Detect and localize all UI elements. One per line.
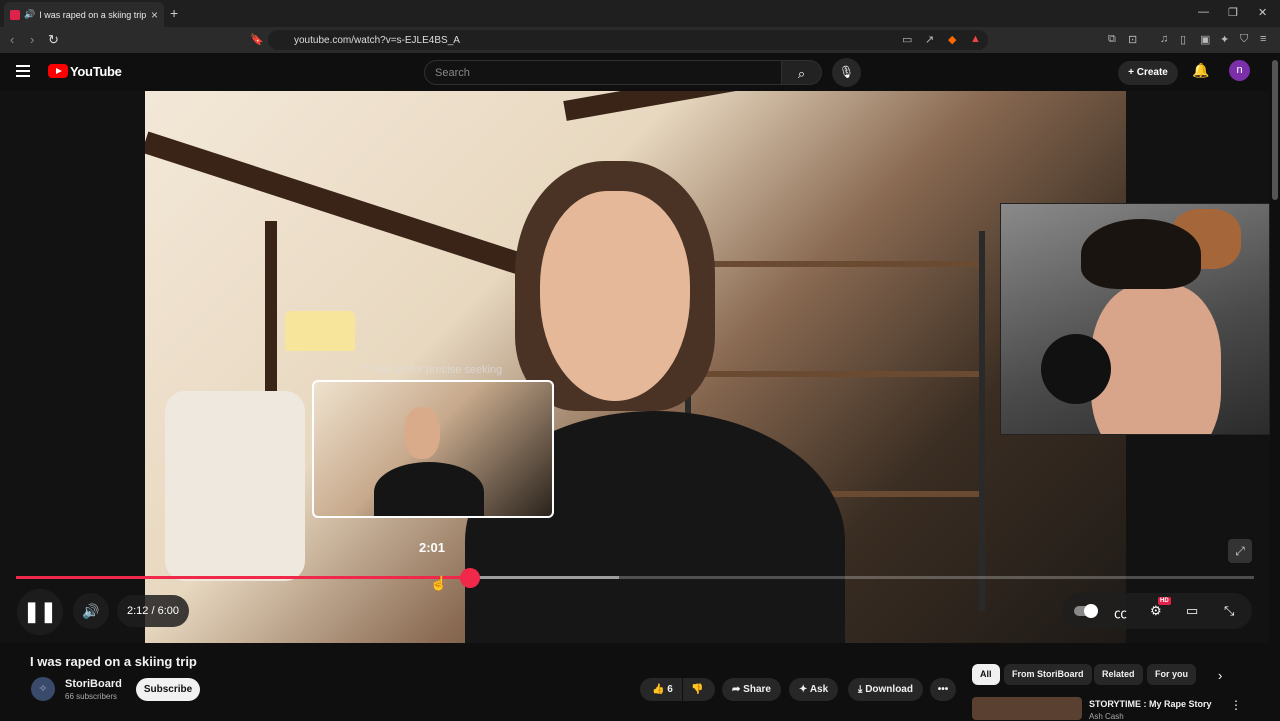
download-button[interactable]: ⤓ Download (848, 678, 923, 701)
miniplayer-icon[interactable]: ▭ (1186, 603, 1198, 619)
chevron-right-icon[interactable]: › (1218, 668, 1222, 683)
thumbs-up-icon: 👍 (652, 684, 665, 695)
video-title: I was raped on a skiing trip (30, 654, 197, 669)
brave-shield-icon[interactable]: ◆ (948, 33, 956, 46)
sparkle-icon: ✦ (799, 684, 808, 695)
dislike-button[interactable]: 👎 (683, 678, 715, 701)
youtube-favicon-icon (10, 9, 20, 20)
chip-all[interactable]: All (972, 664, 1000, 685)
ask-label: Ask (809, 684, 829, 695)
browser-tab[interactable]: 🔊 I was raped on a skiing trip - × (4, 2, 164, 27)
search-input[interactable]: Search (424, 60, 782, 85)
search-button[interactable]: ⌕ (782, 60, 822, 85)
mouse-cursor-icon: ☝ (430, 575, 448, 591)
time-display: 2:12 / 6:00 (117, 595, 189, 627)
lamp (285, 311, 355, 351)
seek-preview-time: 2:01 (419, 540, 446, 555)
url-bar[interactable]: youtube.com/watch?v=s-EJLE4BS_A (268, 30, 988, 50)
subscribe-button[interactable]: Subscribe (136, 678, 200, 701)
like-count: 6 (667, 684, 673, 695)
autoplay-toggle[interactable] (1074, 604, 1098, 618)
share-button[interactable]: ➦ Share (722, 678, 781, 701)
volume-icon: 🔊 (82, 603, 100, 619)
download-label: Download (865, 684, 913, 695)
account-avatar[interactable]: n (1229, 60, 1250, 81)
chip-for-you[interactable]: For you (1147, 664, 1196, 685)
restore-button[interactable]: ❐ (1228, 6, 1238, 19)
cast-icon[interactable]: ▭ (902, 33, 912, 46)
ceiling-beam (563, 91, 1119, 121)
youtube-logo-icon[interactable] (48, 64, 68, 78)
ceiling-beam (145, 131, 548, 283)
hamburger-menu-icon[interactable] (16, 65, 30, 77)
create-label: Create (1136, 67, 1168, 78)
share-label: Share (743, 684, 771, 695)
hd-badge: HD (1158, 597, 1171, 605)
page-scrollbar[interactable] (1272, 60, 1278, 200)
chip-from-channel[interactable]: From StoriBoard (1004, 664, 1092, 685)
download-icon: ⤓ (858, 684, 863, 695)
channel-avatar[interactable]: ✧ (31, 677, 55, 701)
youtube-header: YouTube Search ⌕ 🎙 + Create 🔔 n (0, 53, 1280, 91)
back-icon[interactable]: ‹ (10, 32, 14, 47)
close-tab-icon[interactable]: × (151, 8, 158, 22)
recommended-thumbnail[interactable] (972, 697, 1082, 720)
close-window-button[interactable]: ✕ (1258, 6, 1267, 19)
reload-icon[interactable]: ↻ (48, 32, 59, 48)
settings-gear-icon[interactable]: ⚙ (1150, 603, 1162, 619)
wallet-icon[interactable]: ▣ (1200, 33, 1210, 46)
share-overlay-icon[interactable]: ⤢ (1228, 539, 1252, 563)
vpn-icon[interactable]: ⛉ (1240, 33, 1248, 46)
recommended-title[interactable]: STORYTIME : My Rape Story (1089, 699, 1212, 709)
video-frame[interactable] (145, 91, 1126, 643)
speaker-icon[interactable]: 🔊 (24, 9, 35, 20)
minimize-button[interactable]: — (1198, 6, 1209, 18)
channel-name[interactable]: StoriBoard (65, 678, 122, 690)
menu-icon[interactable]: ≡ (1260, 33, 1266, 45)
thumbs-down-icon: 👎 (691, 684, 704, 695)
microphone-icon: 🎙 (838, 65, 855, 79)
pull-up-hint: ⌃ Pull up for precise seeking (361, 364, 503, 376)
share-page-icon[interactable]: ↗ (925, 33, 934, 46)
create-button[interactable]: + Create (1118, 61, 1178, 85)
pause-icon: ❚❚ (23, 601, 57, 623)
extensions-icon[interactable]: ⧉ (1108, 33, 1116, 46)
progress-played (16, 576, 471, 579)
like-button[interactable]: 👍 6 (640, 678, 682, 701)
pause-button[interactable]: ❚❚ (17, 589, 63, 635)
music-icon[interactable]: ♫ (1160, 33, 1168, 45)
player-right-controls: ㏄ ⚙ HD ▭ ⤡ (1062, 593, 1252, 629)
webcam-overlay (1000, 203, 1270, 435)
rewards-icon[interactable]: ▲ (970, 33, 981, 45)
notifications-bell-icon[interactable]: 🔔 (1192, 62, 1209, 79)
search-icon: ⌕ (797, 66, 806, 81)
youtube-logo-text[interactable]: YouTube (70, 64, 122, 79)
chip-related[interactable]: Related (1094, 664, 1143, 685)
forward-icon[interactable]: › (30, 32, 34, 47)
ai-icon[interactable]: ✦ (1220, 33, 1229, 46)
armchair (165, 391, 305, 581)
tab-title: I was raped on a skiing trip - (39, 9, 147, 20)
fullscreen-icon[interactable]: ⤡ (1224, 603, 1234, 619)
bookmark-icon[interactable]: 🔖 (250, 33, 264, 46)
url-text: youtube.com/watch?v=s-EJLE4BS_A (294, 34, 460, 46)
voice-search-button[interactable]: 🎙 (832, 58, 861, 87)
video-player[interactable]: ⌃ Pull up for precise seeking 2:01 ⤢ ☝ ❚… (0, 91, 1270, 643)
more-icon: ••• (937, 684, 949, 695)
subtitles-icon[interactable]: ㏄ (1114, 603, 1127, 622)
volume-button[interactable]: 🔊 (73, 593, 109, 629)
new-tab-button[interactable]: + (170, 5, 178, 21)
browser-tab-bar: 🔊 I was raped on a skiing trip - × + — ❐… (0, 0, 1280, 27)
ask-button[interactable]: ✦ Ask (789, 678, 839, 701)
screenshot-icon[interactable]: ⊡ (1128, 33, 1137, 46)
address-toolbar: ‹ › ↻ 🔖 youtube.com/watch?v=s-EJLE4BS_A … (0, 27, 1280, 53)
more-actions-button[interactable]: ••• (930, 678, 956, 701)
sidebar-icon[interactable]: ▯ (1180, 33, 1186, 46)
seek-preview-thumbnail (312, 380, 554, 518)
subscriber-count: 66 subscribers (65, 692, 118, 701)
recommended-more-icon[interactable]: ⋮ (1230, 698, 1242, 712)
share-icon: ➦ (732, 684, 741, 695)
